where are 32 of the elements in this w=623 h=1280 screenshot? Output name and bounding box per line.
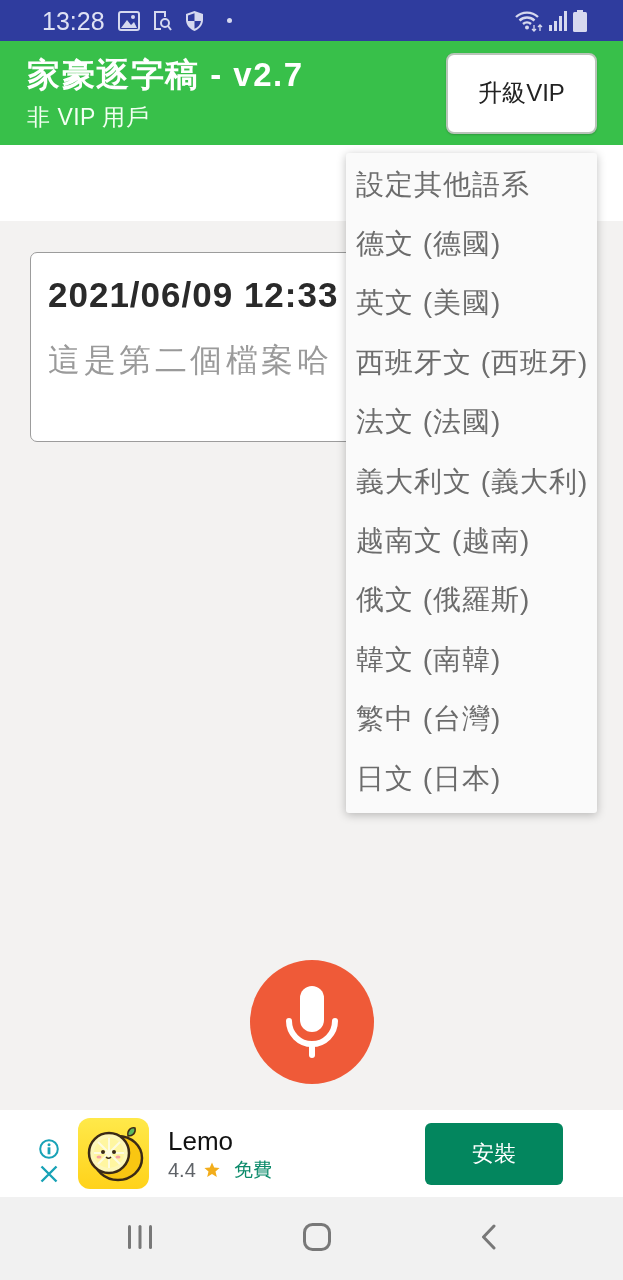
recording-title: 2021/06/09 12:33 <box>48 275 339 315</box>
wifi-icon <box>515 9 543 32</box>
menu-item[interactable]: 繁中 (台灣) <box>346 689 597 749</box>
upgrade-button[interactable]: 升級VIP <box>446 52 597 134</box>
shield-icon <box>184 9 204 32</box>
menu-item[interactable]: 韓文 (南韓) <box>346 630 597 690</box>
battery-icon <box>573 9 587 32</box>
recording-preview: 這是第二個檔案哈 <box>48 341 332 380</box>
app-subtitle: 非 VIP 用戶 <box>27 104 150 130</box>
ad-app-name: Lemo <box>168 1125 234 1156</box>
ad-rating: 4.4 <box>168 1157 196 1182</box>
back-icon[interactable] <box>481 1223 496 1250</box>
menu-item[interactable]: 越南文 (越南) <box>346 511 597 571</box>
menu-item[interactable]: 設定其他語系 <box>346 155 597 215</box>
recent-apps-icon[interactable] <box>127 1223 153 1250</box>
home-icon[interactable] <box>303 1222 331 1251</box>
install-button[interactable]: 安裝 <box>425 1122 563 1185</box>
dot-icon <box>226 18 232 23</box>
menu-item[interactable]: 義大利文 (義大利) <box>346 451 597 512</box>
info-icon[interactable] <box>39 1138 59 1159</box>
image-icon <box>117 10 140 31</box>
ad-price: 免費 <box>233 1157 272 1182</box>
document-search-icon <box>152 10 172 31</box>
status-time: 13:28 <box>42 5 105 36</box>
close-icon[interactable] <box>40 1164 58 1183</box>
menu-item[interactable]: 俄文 (俄羅斯) <box>346 570 597 631</box>
microphone-icon <box>285 986 338 1058</box>
star-icon <box>203 1161 220 1178</box>
menu-item[interactable]: 日文 (日本) <box>346 748 597 809</box>
signal-icon <box>549 10 567 31</box>
lemon-app-icon <box>78 1118 149 1189</box>
app-title: 家豪逐字稿 - v2.7 <box>27 56 304 94</box>
